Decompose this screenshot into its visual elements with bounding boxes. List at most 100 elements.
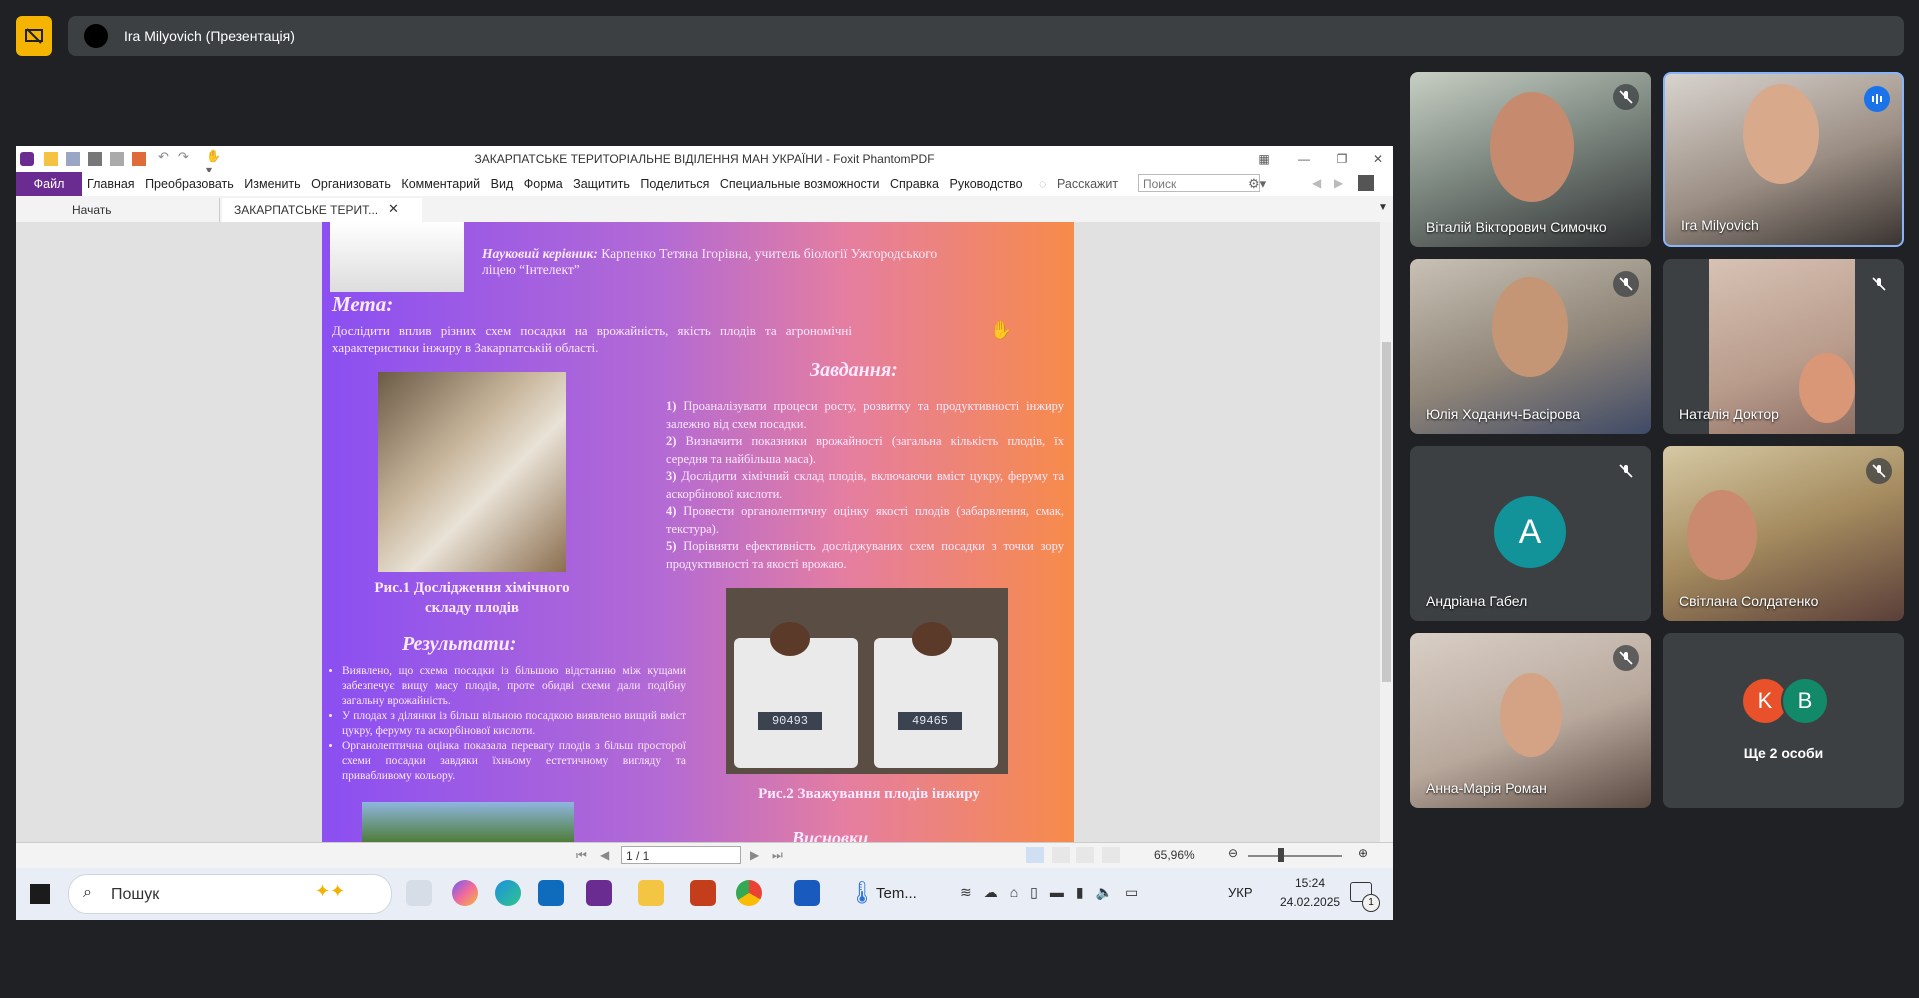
restore-icon[interactable]: ❐: [1332, 150, 1352, 168]
next-page-icon[interactable]: ▶: [750, 848, 759, 862]
fig1-caption: Рис.1 Дослідження хімічного складу плоді…: [374, 580, 570, 616]
participant-tile[interactable]: Наталія Доктор: [1663, 259, 1904, 434]
task-item: 2) Визначити показники врожайності (зага…: [666, 434, 1065, 466]
zoom-slider[interactable]: [1248, 855, 1342, 857]
menu-item[interactable]: Комментарий: [401, 177, 480, 191]
tasks-list: 1) Проаналізувати процеси росту, розвитк…: [666, 398, 1064, 573]
edge-icon[interactable]: [495, 880, 521, 906]
speaking-indicator-icon: [1864, 86, 1890, 112]
weather-label[interactable]: Tem...: [876, 885, 917, 902]
task-item: 5) Порівняти ефективність досліджуваних …: [666, 539, 1064, 571]
zoom-value[interactable]: 65,96%: [1154, 848, 1195, 862]
participant-tile[interactable]: Світлана Солдатенко: [1663, 446, 1904, 621]
goal-text: Дослідити вплив різних схем посадки на в…: [332, 323, 852, 355]
language-indicator[interactable]: УКР: [1228, 885, 1253, 900]
menu-item[interactable]: Форма: [524, 177, 563, 191]
weather-icon[interactable]: 🌡: [848, 880, 876, 906]
last-page-icon[interactable]: ⏭: [772, 848, 783, 863]
vertical-scrollbar[interactable]: [1380, 222, 1393, 842]
stop-presenting-icon[interactable]: [16, 16, 52, 56]
tab-start[interactable]: Начать: [60, 198, 220, 222]
powerpoint-icon[interactable]: [690, 880, 716, 906]
menu-item[interactable]: Вид: [491, 177, 514, 191]
facing-icon[interactable]: [1076, 847, 1094, 863]
presenter-bar: Ira Milyovich (Презентація): [68, 16, 1904, 56]
result-item: Виявлено, що схема посадки із більшою ві…: [342, 664, 686, 709]
goal-heading: Мета:: [332, 292, 394, 316]
back-icon[interactable]: ◀: [1312, 176, 1321, 190]
word-icon[interactable]: [794, 880, 820, 906]
account-icon[interactable]: [1358, 175, 1374, 191]
tasks-heading: Завдання:: [810, 359, 898, 381]
participant-tile-more[interactable]: K B Ще 2 особи: [1663, 633, 1904, 808]
task-item: 1) Проаналізувати процеси росту, розвитк…: [666, 399, 1064, 431]
first-page-icon[interactable]: ⏮: [576, 848, 587, 863]
fig2-caption: Рис.2 Зважування плодів інжиру: [758, 786, 980, 802]
menu-item[interactable]: Защитить: [573, 177, 630, 191]
menu-file[interactable]: Файл: [16, 172, 82, 196]
prev-page-icon[interactable]: ◀: [600, 848, 609, 862]
document-area[interactable]: Науковий керівник: Карпенко Тетяна Ігорі…: [16, 222, 1393, 842]
lab-photo: [378, 372, 566, 572]
participant-tile[interactable]: Ira Milyovich: [1663, 72, 1904, 247]
participant-tile[interactable]: Юлія Ходанич-Басірова: [1410, 259, 1651, 434]
continuous-icon[interactable]: [1052, 847, 1070, 863]
menu-item[interactable]: Преобразовать: [145, 177, 234, 191]
clock[interactable]: 15:24 24.02.2025: [1280, 874, 1340, 912]
zoom-out-icon[interactable]: ⊖: [1228, 846, 1238, 860]
taskbar-search[interactable]: ⌕ Пошук ✦✦: [68, 874, 392, 914]
chrome-icon[interactable]: [736, 880, 762, 906]
cover-icon[interactable]: [1102, 847, 1120, 863]
participant-tile[interactable]: Віталій Вікторович Симочко: [1410, 72, 1651, 247]
window-titlebar: ↶ ↷ ✋▾ ЗАКАРПАТСЬКЕ ТЕРИТОРІАЛЬНЕ ВІДІЛЕ…: [16, 146, 1393, 177]
results-heading: Результати:: [402, 633, 517, 655]
scale-left: [734, 638, 858, 768]
menu-item[interactable]: Поделиться: [640, 177, 709, 191]
tray-icons[interactable]: ≋☁⌂▯▬▮🔈▭: [960, 884, 1150, 901]
participant-tile[interactable]: A Андріана Габел: [1410, 446, 1651, 621]
foxit-icon[interactable]: [586, 880, 612, 906]
conclusions-heading: Висновки: [792, 828, 869, 842]
supervisor-text2: ліцею “Інтелект”: [482, 262, 580, 277]
windows-start-icon[interactable]: [30, 884, 50, 904]
weighing-photo: 90493 49465: [726, 588, 1008, 774]
menu-item[interactable]: Организовать: [311, 177, 391, 191]
participant-video: [1687, 490, 1757, 580]
scale-display: 49465: [898, 712, 962, 730]
participant-tile[interactable]: Анна-Марія Роман: [1410, 633, 1651, 808]
outlook-icon[interactable]: [538, 880, 564, 906]
forward-icon[interactable]: ▶: [1334, 176, 1343, 190]
participant-video: [1492, 277, 1568, 377]
copilot-icon[interactable]: [452, 880, 478, 906]
scale-display: 90493: [758, 712, 822, 730]
minimize-icon[interactable]: —: [1294, 150, 1314, 168]
layout-icon[interactable]: ▦: [1254, 150, 1274, 168]
single-page-icon[interactable]: [1026, 847, 1044, 863]
collapse-icon[interactable]: ▼: [1378, 202, 1388, 213]
close-tab-icon[interactable]: ✕: [388, 201, 399, 217]
hand-cursor-icon: ✋: [990, 320, 1013, 340]
copilot-sparkle-icon: ✦✦: [315, 881, 346, 901]
page-input[interactable]: 1 / 1: [621, 846, 741, 864]
menu-item[interactable]: Специальные возможности: [720, 177, 880, 191]
menu-item[interactable]: Изменить: [244, 177, 300, 191]
menu-item[interactable]: Руководство: [950, 177, 1023, 191]
menu-item[interactable]: Справка: [890, 177, 939, 191]
close-window-icon[interactable]: ✕: [1368, 150, 1388, 168]
taskbar-search-label: Пошук: [111, 886, 160, 903]
menu-item[interactable]: Главная: [87, 177, 135, 191]
zoom-in-icon[interactable]: ⊕: [1358, 846, 1368, 860]
scroll-thumb[interactable]: [1382, 342, 1391, 682]
tab-bar: Начать ЗАКАРПАТСЬКЕ ТЕРИТ... ✕ ▼: [16, 196, 1393, 223]
participant-face: [1799, 353, 1855, 423]
zoom-thumb[interactable]: [1278, 848, 1284, 862]
tell-me[interactable]: Расскажит: [1057, 177, 1118, 191]
participant-avatar: B: [1781, 677, 1829, 725]
file-explorer-icon[interactable]: [638, 880, 664, 906]
task-view-icon[interactable]: [406, 880, 432, 906]
participant-name: Юлія Ходанич-Басірова: [1426, 406, 1581, 422]
lightbulb-icon: ◌: [1039, 177, 1047, 191]
search-input[interactable]: Поиск: [1138, 174, 1260, 192]
settings-icon[interactable]: ⚙▾: [1248, 176, 1266, 192]
result-item: Органолептична оцінка показала перевагу …: [342, 739, 686, 784]
